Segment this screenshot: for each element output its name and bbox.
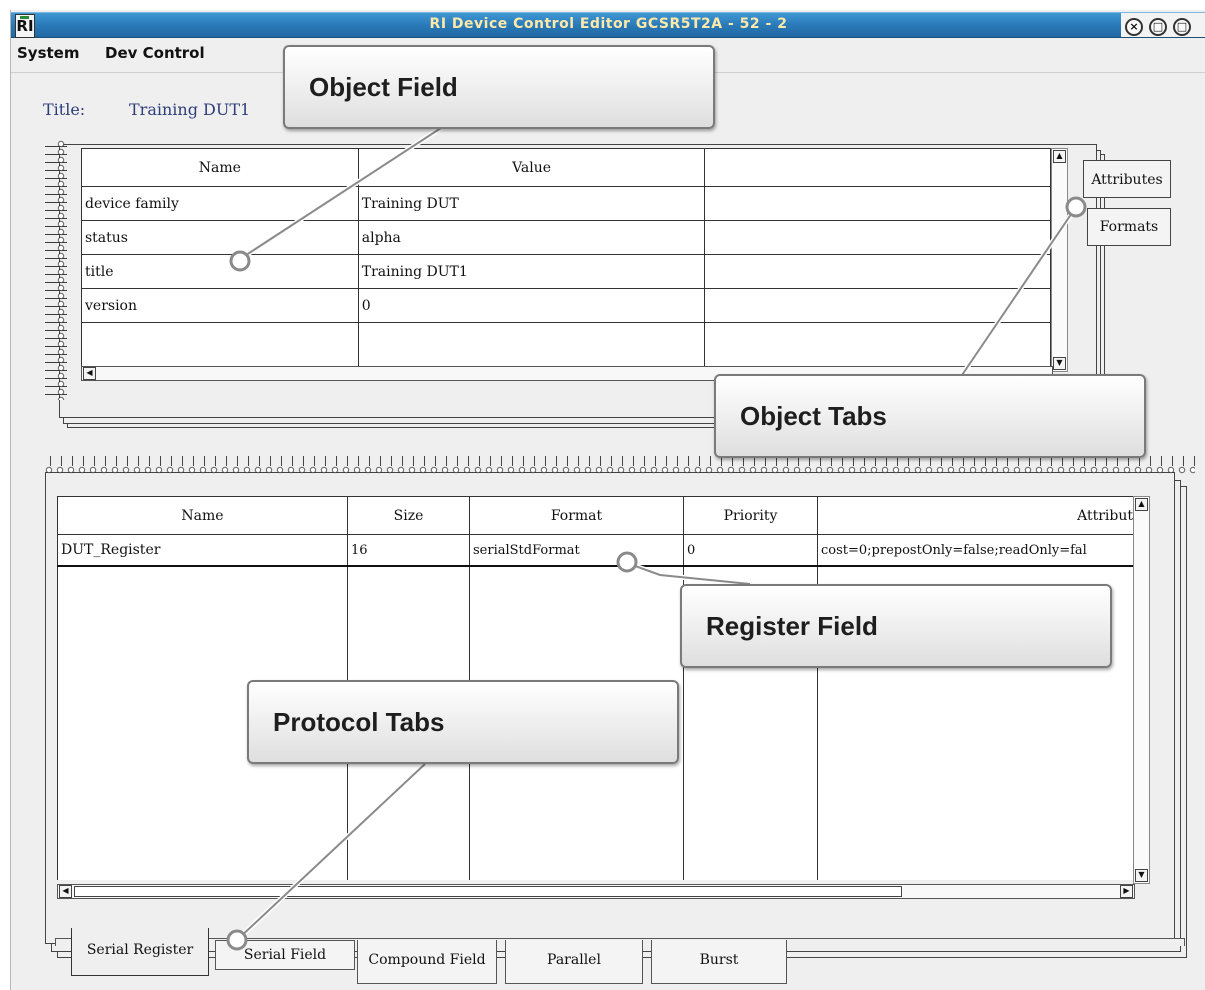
- window-title: RI Device Control Editor GCSR5T2A - 52 -…: [429, 16, 788, 32]
- column-header-value[interactable]: Value: [357, 148, 706, 187]
- object-panel-binding-rings: [55, 140, 67, 400]
- register-table-vertical-scrollbar[interactable]: ▲ ▼: [1133, 496, 1150, 884]
- table-row[interactable]: [81, 322, 1051, 367]
- tab-formats[interactable]: Formats: [1087, 208, 1171, 246]
- cell-name[interactable]: DUT_Register: [57, 534, 348, 567]
- table-row[interactable]: status alpha: [81, 220, 1051, 255]
- scroll-right-icon[interactable]: ▶: [1120, 885, 1133, 898]
- close-icon[interactable]: ×: [1125, 18, 1143, 36]
- cell-extra[interactable]: [704, 220, 1051, 255]
- scroll-up-icon[interactable]: ▲: [1053, 150, 1066, 163]
- register-panel-binding: [45, 458, 1195, 476]
- column-header-priority[interactable]: Priority: [683, 496, 818, 535]
- column-header-name[interactable]: Name: [57, 496, 348, 535]
- table-row[interactable]: title Training DUT1: [81, 254, 1051, 289]
- cell-name[interactable]: [81, 322, 359, 367]
- cell-priority[interactable]: 0: [683, 534, 818, 567]
- callout-object-field: Object Field: [283, 45, 715, 129]
- column-header-attributes[interactable]: Attribut: [817, 496, 1134, 535]
- menu-dev-control[interactable]: Dev Control: [105, 44, 205, 62]
- title-bar[interactable]: RI RI Device Control Editor GCSR5T2A - 5…: [11, 12, 1205, 38]
- column-header-size[interactable]: Size: [347, 496, 470, 535]
- cell-value[interactable]: Training DUT: [357, 186, 706, 221]
- app-window: RI RI Device Control Editor GCSR5T2A - 5…: [10, 10, 1205, 990]
- cell-extra[interactable]: [704, 288, 1051, 323]
- title-field-value: Training DUT1: [129, 100, 251, 119]
- table-row[interactable]: device family Training DUT: [81, 186, 1051, 221]
- register-table-horizontal-scrollbar[interactable]: ◀ ▶: [57, 884, 1135, 899]
- scroll-thumb[interactable]: [74, 886, 902, 897]
- column-header-format[interactable]: Format: [469, 496, 684, 535]
- maximize-icon[interactable]: □: [1173, 18, 1191, 36]
- cell-value[interactable]: 0: [357, 288, 706, 323]
- column-header-extra[interactable]: [704, 148, 1051, 187]
- minimize-icon[interactable]: □: [1149, 18, 1167, 36]
- cell-name[interactable]: title: [81, 254, 359, 289]
- callout-object-tabs: Object Tabs: [714, 374, 1146, 458]
- menu-system[interactable]: System: [17, 44, 79, 62]
- tab-burst[interactable]: Burst: [651, 940, 787, 984]
- object-table: Name Value device family Training DUT st…: [81, 148, 1051, 367]
- cell-name[interactable]: device family: [81, 186, 359, 221]
- scroll-left-icon[interactable]: ◀: [83, 367, 96, 380]
- scroll-down-icon[interactable]: ▼: [1135, 869, 1148, 882]
- scroll-up-icon[interactable]: ▲: [1135, 498, 1148, 511]
- cell-value[interactable]: alpha: [357, 220, 706, 255]
- cell-value[interactable]: [357, 322, 706, 367]
- scroll-left-icon[interactable]: ◀: [59, 885, 72, 898]
- callout-register-field: Register Field: [680, 584, 1112, 668]
- table-row[interactable]: DUT_Register 16 serialStdFormat 0 cost=0…: [57, 534, 1134, 567]
- callout-protocol-tabs: Protocol Tabs: [247, 680, 679, 764]
- tab-attributes[interactable]: Attributes: [1083, 160, 1171, 198]
- cell-extra[interactable]: [704, 254, 1051, 289]
- tab-serial-field[interactable]: Serial Field: [215, 940, 355, 970]
- cell-extra[interactable]: [704, 186, 1051, 221]
- tab-serial-register[interactable]: Serial Register: [71, 928, 209, 976]
- cell-value[interactable]: Training DUT1: [357, 254, 706, 289]
- cell-size[interactable]: 16: [347, 534, 470, 567]
- cell-format[interactable]: serialStdFormat: [469, 534, 684, 567]
- title-bar-controls: × □ □: [1121, 13, 1205, 37]
- cell-attributes[interactable]: cost=0;prepostOnly=false;readOnly=fal: [817, 534, 1134, 567]
- table-row[interactable]: version 0: [81, 288, 1051, 323]
- cell-name[interactable]: status: [81, 220, 359, 255]
- column-header-name[interactable]: Name: [81, 148, 359, 187]
- title-field-label: Title:: [43, 100, 86, 119]
- cell-extra[interactable]: [704, 322, 1051, 367]
- cell-name[interactable]: version: [81, 288, 359, 323]
- tab-parallel[interactable]: Parallel: [505, 940, 643, 984]
- scroll-down-icon[interactable]: ▼: [1053, 357, 1066, 370]
- tab-compound-field[interactable]: Compound Field: [357, 940, 497, 984]
- object-table-vertical-scrollbar[interactable]: ▲ ▼: [1051, 148, 1068, 372]
